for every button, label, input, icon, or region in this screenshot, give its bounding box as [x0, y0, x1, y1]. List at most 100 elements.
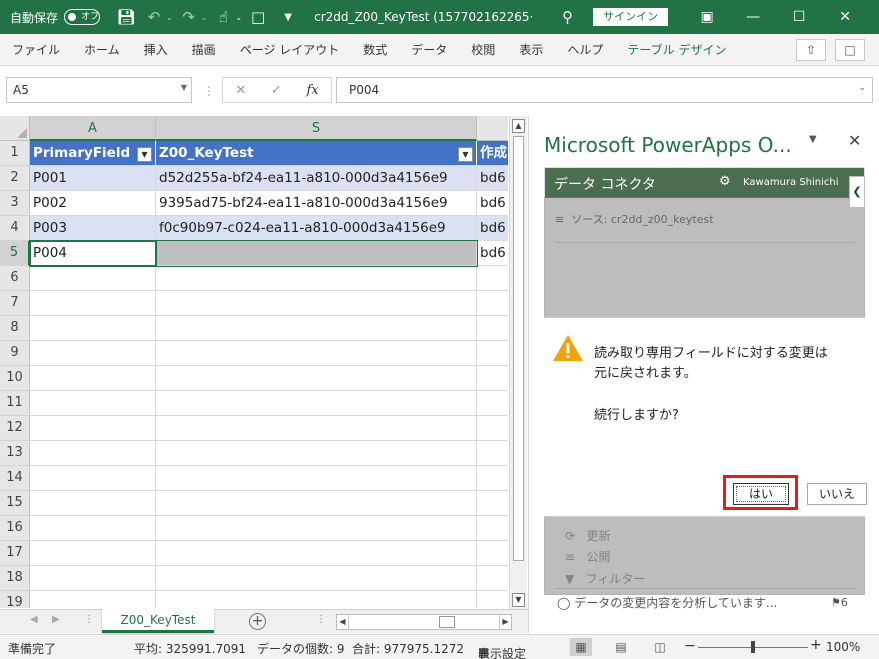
empty-cell[interactable] [156, 441, 477, 466]
redo-dropdown-icon[interactable]: ⌄ [201, 0, 208, 34]
close-icon[interactable]: ✕ [822, 0, 868, 34]
empty-cell[interactable] [477, 566, 508, 591]
empty-cell[interactable] [477, 541, 508, 566]
formula-bar-grip-icon[interactable]: ⋮ [203, 84, 215, 98]
row-header[interactable]: 6 [0, 266, 30, 291]
collapse-pane-icon[interactable]: ❮ [849, 176, 865, 208]
empty-cell[interactable] [30, 316, 156, 341]
empty-cell[interactable] [156, 266, 477, 291]
column-header-next[interactable] [477, 116, 508, 141]
no-button[interactable]: いいえ [807, 483, 867, 505]
table-header-cell[interactable]: Z00_KeyTest ▼ [156, 141, 477, 166]
table-cell[interactable]: bd6 [477, 241, 508, 266]
row-header[interactable]: 8 [0, 316, 30, 341]
empty-cell[interactable] [477, 316, 508, 341]
chevron-down-icon[interactable]: ▼ [181, 83, 187, 92]
empty-cell[interactable] [477, 391, 508, 416]
empty-cell[interactable] [477, 366, 508, 391]
expand-formula-icon[interactable]: ⌄ [858, 83, 866, 93]
empty-cell[interactable] [156, 566, 477, 591]
column-header-a[interactable]: A [30, 116, 156, 141]
table-header-cell[interactable]: PrimaryField ▼ [30, 141, 156, 166]
row-header[interactable]: 5 [0, 241, 30, 266]
next-sheet-icon[interactable]: ▶ [52, 614, 60, 625]
empty-cell[interactable] [477, 266, 508, 291]
table-cell[interactable]: P001 [30, 166, 156, 191]
empty-cell[interactable] [30, 366, 156, 391]
autosave-toggle[interactable]: オフ [64, 9, 101, 25]
tab-insert[interactable]: 挿入 [132, 41, 180, 58]
empty-cell[interactable] [30, 391, 156, 416]
empty-cell[interactable] [30, 416, 156, 441]
row-header[interactable]: 19 [0, 591, 30, 608]
row-header[interactable]: 7 [0, 291, 30, 316]
table-header-cell[interactable]: 作成 [477, 141, 508, 166]
empty-cell[interactable] [156, 541, 477, 566]
row-header[interactable]: 4 [0, 216, 30, 241]
table-cell[interactable]: P003 [30, 216, 156, 241]
tab-home[interactable]: ホーム [72, 41, 132, 58]
empty-cell[interactable] [156, 341, 477, 366]
tab-page-layout[interactable]: ページ レイアウト [228, 41, 352, 58]
empty-cell[interactable] [30, 491, 156, 516]
empty-cell[interactable] [30, 516, 156, 541]
row-header[interactable]: 16 [0, 516, 30, 541]
row-header[interactable]: 17 [0, 541, 30, 566]
row-header[interactable]: 10 [0, 366, 30, 391]
filter-dropdown-icon[interactable]: ▼ [137, 147, 152, 162]
touch-mode-icon[interactable]: ☝ [211, 0, 235, 34]
row-header[interactable]: 15 [0, 491, 30, 516]
page-layout-view-icon[interactable]: ▤ [610, 638, 632, 656]
prev-sheet-icon[interactable]: ◀ [30, 614, 38, 625]
zoom-slider-knob[interactable] [751, 641, 755, 653]
empty-cell[interactable] [156, 291, 477, 316]
yes-button[interactable]: はい [733, 483, 789, 505]
maximize-icon[interactable]: ☐ [776, 0, 822, 34]
tab-data[interactable]: データ [399, 41, 459, 58]
empty-cell[interactable] [30, 466, 156, 491]
empty-cell[interactable] [30, 541, 156, 566]
zoom-out-icon[interactable]: − [684, 638, 696, 654]
undo-dropdown-icon[interactable]: ⌄ [166, 0, 173, 34]
filter-dropdown-icon[interactable]: ▼ [458, 147, 473, 162]
empty-cell[interactable] [30, 266, 156, 291]
horizontal-scrollbar[interactable]: ◀ ▶ [336, 614, 512, 630]
scroll-up-icon[interactable]: ▲ [512, 119, 525, 133]
table-cell[interactable]: d52d255a-bf24-ea11-a810-000d3a4156e9 [156, 166, 477, 191]
empty-cell[interactable] [156, 491, 477, 516]
hscroll-thumb[interactable] [439, 616, 455, 628]
table-cell[interactable]: bd6 [477, 216, 508, 241]
row-header[interactable]: 9 [0, 341, 30, 366]
pane-close-icon[interactable]: ✕ [848, 131, 861, 150]
row-header[interactable]: 1 [0, 141, 30, 166]
empty-cell[interactable] [30, 441, 156, 466]
undo-icon[interactable]: ↶ [142, 0, 166, 34]
row-header[interactable]: 2 [0, 166, 30, 191]
touch-dropdown-icon[interactable]: ⌄ [235, 0, 242, 34]
empty-cell[interactable] [477, 516, 508, 541]
normal-view-icon[interactable]: ▦ [570, 638, 592, 656]
table-cell[interactable]: bd6 [477, 166, 508, 191]
scroll-right-icon[interactable]: ▶ [499, 615, 511, 629]
empty-cell[interactable] [156, 416, 477, 441]
gear-icon[interactable]: ⚙ [719, 174, 731, 189]
formula-input[interactable]: P004 ⌄ [336, 77, 873, 103]
empty-cell[interactable] [477, 341, 508, 366]
table-cell[interactable]: P002 [30, 191, 156, 216]
row-header[interactable]: 14 [0, 466, 30, 491]
name-box[interactable]: A5 ▼ [6, 77, 192, 103]
row-header[interactable]: 18 [0, 566, 30, 591]
pane-options-icon[interactable]: ▼ [809, 134, 817, 145]
row-header[interactable]: 3 [0, 191, 30, 216]
table-cell[interactable]: f0c90b97-c024-ea11-a810-000d3a4156e9 [156, 216, 477, 241]
tab-help[interactable]: ヘルプ [555, 41, 615, 58]
table-cell[interactable]: P004 [30, 241, 156, 266]
row-header[interactable]: 13 [0, 441, 30, 466]
search-icon[interactable]: ⚲ [562, 0, 573, 34]
ribbon-display-icon[interactable]: ▣ [684, 0, 730, 34]
empty-cell[interactable] [156, 466, 477, 491]
sheet-tab-z00-keytest[interactable]: Z00_KeyTest [102, 609, 214, 633]
tab-formulas[interactable]: 数式 [351, 41, 399, 58]
empty-cell[interactable] [156, 391, 477, 416]
empty-cell[interactable] [477, 291, 508, 316]
